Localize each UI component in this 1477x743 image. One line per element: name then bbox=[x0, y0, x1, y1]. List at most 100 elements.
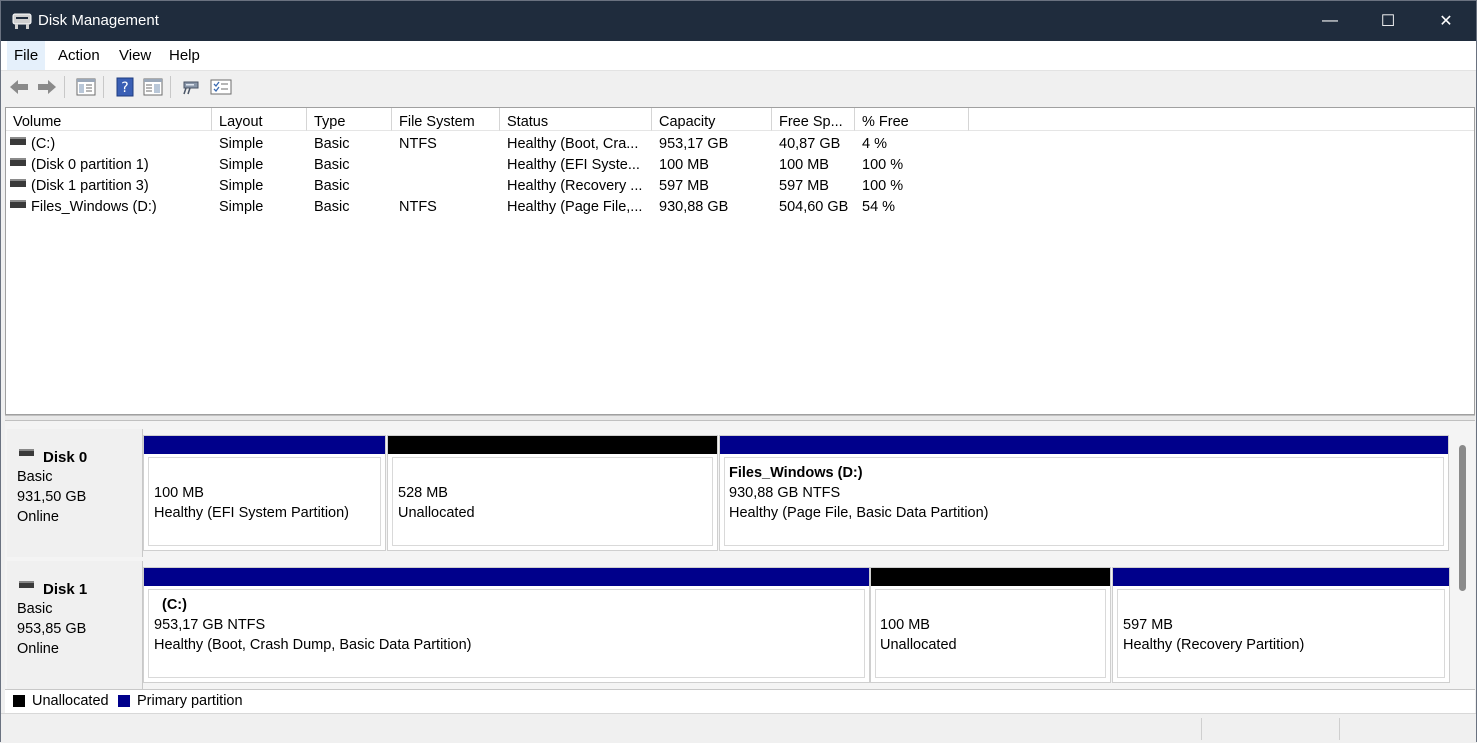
partition-body bbox=[148, 589, 865, 678]
type-cell: Basic bbox=[314, 136, 350, 152]
volume-name: (Disk 1 partition 3) bbox=[31, 178, 149, 194]
volume-row[interactable]: (C:) Simple Basic NTFS Healthy (Boot, Cr… bbox=[6, 134, 1474, 155]
column-header-file-system[interactable]: File System bbox=[392, 108, 500, 131]
disk-0-label[interactable]: Disk 0 Basic 931,50 GB Online bbox=[7, 429, 143, 557]
column-header-free-space[interactable]: Free Sp... bbox=[772, 108, 855, 131]
free-space-cell: 597 MB bbox=[779, 178, 829, 194]
column-header-type[interactable]: Type bbox=[307, 108, 392, 131]
connect-disk-button[interactable] bbox=[180, 76, 202, 98]
close-button[interactable]: ✕ bbox=[1417, 1, 1475, 41]
disk-key-icon bbox=[183, 81, 199, 95]
type-cell: Basic bbox=[314, 199, 350, 215]
minimize-icon: — bbox=[1322, 12, 1338, 29]
forward-button[interactable] bbox=[36, 76, 58, 98]
partition-body bbox=[875, 589, 1106, 678]
percent-free-cell: 100 % bbox=[862, 157, 904, 173]
partition-size: 100 MB bbox=[880, 617, 930, 633]
show-hide-console-tree-button[interactable] bbox=[75, 76, 97, 98]
disk-management-app-icon bbox=[12, 13, 32, 29]
maximize-button[interactable]: ☐ bbox=[1359, 1, 1417, 41]
checklist-icon bbox=[210, 79, 232, 95]
partition-type-bar bbox=[144, 436, 385, 454]
menu-help[interactable]: Help bbox=[162, 41, 207, 70]
volume-row[interactable]: (Disk 1 partition 3) Simple Basic Health… bbox=[6, 176, 1474, 197]
file-system-cell: NTFS bbox=[399, 199, 437, 215]
capacity-cell: 953,17 GB bbox=[659, 136, 729, 152]
disk-1-label[interactable]: Disk 1 Basic 953,85 GB Online bbox=[7, 561, 143, 689]
partition-size: 528 MB bbox=[398, 485, 448, 501]
percent-free-cell: 4 % bbox=[862, 136, 887, 152]
capacity-cell: 930,88 GB bbox=[659, 199, 729, 215]
partition-type-bar bbox=[871, 568, 1110, 586]
column-header-filler bbox=[969, 108, 1474, 131]
back-button[interactable] bbox=[8, 76, 30, 98]
volume-drive-icon bbox=[10, 137, 26, 146]
layout-cell: Simple bbox=[219, 157, 264, 173]
file-system-cell bbox=[399, 176, 499, 197]
volume-drive-icon bbox=[10, 158, 26, 167]
scrollbar-thumb[interactable] bbox=[1459, 445, 1466, 591]
partition-efi[interactable]: 100 MB Healthy (EFI System Partition) bbox=[143, 435, 386, 551]
minimize-button[interactable]: — bbox=[1301, 1, 1359, 41]
disk-status: Online bbox=[17, 641, 59, 657]
partition-body bbox=[148, 457, 381, 546]
column-header-layout[interactable]: Layout bbox=[212, 108, 307, 131]
disk-name: Disk 0 bbox=[43, 449, 88, 466]
close-icon: ✕ bbox=[1439, 13, 1453, 30]
partition-status: Healthy (Page File, Basic Data Partition… bbox=[729, 505, 989, 521]
volume-row[interactable]: Files_Windows (D:) Simple Basic NTFS Hea… bbox=[6, 197, 1474, 218]
disk-size: 931,50 GB bbox=[17, 489, 87, 505]
free-space-cell: 40,87 GB bbox=[779, 136, 841, 152]
console-tree-icon bbox=[76, 78, 96, 96]
volume-row[interactable]: (Disk 0 partition 1) Simple Basic Health… bbox=[6, 155, 1474, 176]
column-header-volume[interactable]: Volume bbox=[6, 108, 212, 131]
disk-pane-scrollbar[interactable] bbox=[1456, 429, 1470, 687]
partition-status: Healthy (EFI System Partition) bbox=[154, 505, 349, 521]
partition-size: 597 MB bbox=[1123, 617, 1173, 633]
menu-action[interactable]: Action bbox=[51, 41, 107, 70]
free-space-cell: 100 MB bbox=[779, 157, 829, 173]
help-button[interactable]: ? bbox=[114, 76, 136, 98]
menu-bar: File Action View Help bbox=[1, 41, 1476, 70]
volume-drive-icon bbox=[10, 200, 26, 209]
partition-type-bar bbox=[1113, 568, 1449, 586]
menu-file[interactable]: File bbox=[7, 41, 46, 70]
capacity-cell: 100 MB bbox=[659, 157, 709, 173]
menu-view[interactable]: View bbox=[112, 41, 158, 70]
partition-size: 930,88 GB NTFS bbox=[729, 485, 841, 501]
column-header-percent-free[interactable]: % Free bbox=[855, 108, 969, 131]
properties-view-button[interactable] bbox=[142, 76, 164, 98]
partition-unallocated[interactable]: 100 MB Unallocated bbox=[870, 567, 1111, 683]
disk-size: 953,85 GB bbox=[17, 621, 87, 637]
partition-c[interactable]: (C:) 953,17 GB NTFS Healthy (Boot, Crash… bbox=[143, 567, 870, 683]
disk-name: Disk 1 bbox=[43, 581, 88, 598]
percent-free-cell: 100 % bbox=[862, 178, 904, 194]
partition-type-bar bbox=[388, 436, 717, 454]
partition-title: (C:) bbox=[162, 597, 187, 613]
partition-title: Files_Windows (D:) bbox=[729, 465, 863, 481]
maximize-icon: ☐ bbox=[1380, 13, 1396, 30]
partition-type-bar bbox=[720, 436, 1448, 454]
volume-cell: (Disk 1 partition 3) bbox=[10, 176, 210, 197]
partition-unallocated[interactable]: 528 MB Unallocated bbox=[387, 435, 718, 551]
partition-body bbox=[392, 457, 713, 546]
legend-primary-label: Primary partition bbox=[137, 693, 243, 709]
partition-recovery[interactable]: 597 MB Healthy (Recovery Partition) bbox=[1112, 567, 1450, 683]
legend-unallocated-label: Unallocated bbox=[32, 693, 109, 709]
status-bar-divider bbox=[1201, 718, 1202, 740]
partition-files-windows[interactable]: Files_Windows (D:) 930,88 GB NTFS Health… bbox=[719, 435, 1449, 551]
disk-management-window: Disk Management — ☐ ✕ File Action View H… bbox=[0, 0, 1477, 743]
legend-primary-swatch bbox=[118, 695, 130, 707]
help-icon: ? bbox=[116, 77, 134, 97]
column-header-status[interactable]: Status bbox=[500, 108, 652, 131]
volume-name: (Disk 0 partition 1) bbox=[31, 157, 149, 173]
partition-status: Healthy (Recovery Partition) bbox=[1123, 637, 1305, 653]
toolbar-separator bbox=[170, 76, 171, 98]
checklist-button[interactable] bbox=[210, 76, 232, 98]
percent-free-cell: 54 % bbox=[862, 199, 896, 215]
volume-list: Volume Layout Type File System Status Ca… bbox=[5, 107, 1475, 415]
column-header-capacity[interactable]: Capacity bbox=[652, 108, 772, 131]
status-cell: Healthy (Boot, Cra... bbox=[507, 136, 639, 152]
type-cell: Basic bbox=[314, 157, 350, 173]
layout-cell: Simple bbox=[219, 136, 264, 152]
